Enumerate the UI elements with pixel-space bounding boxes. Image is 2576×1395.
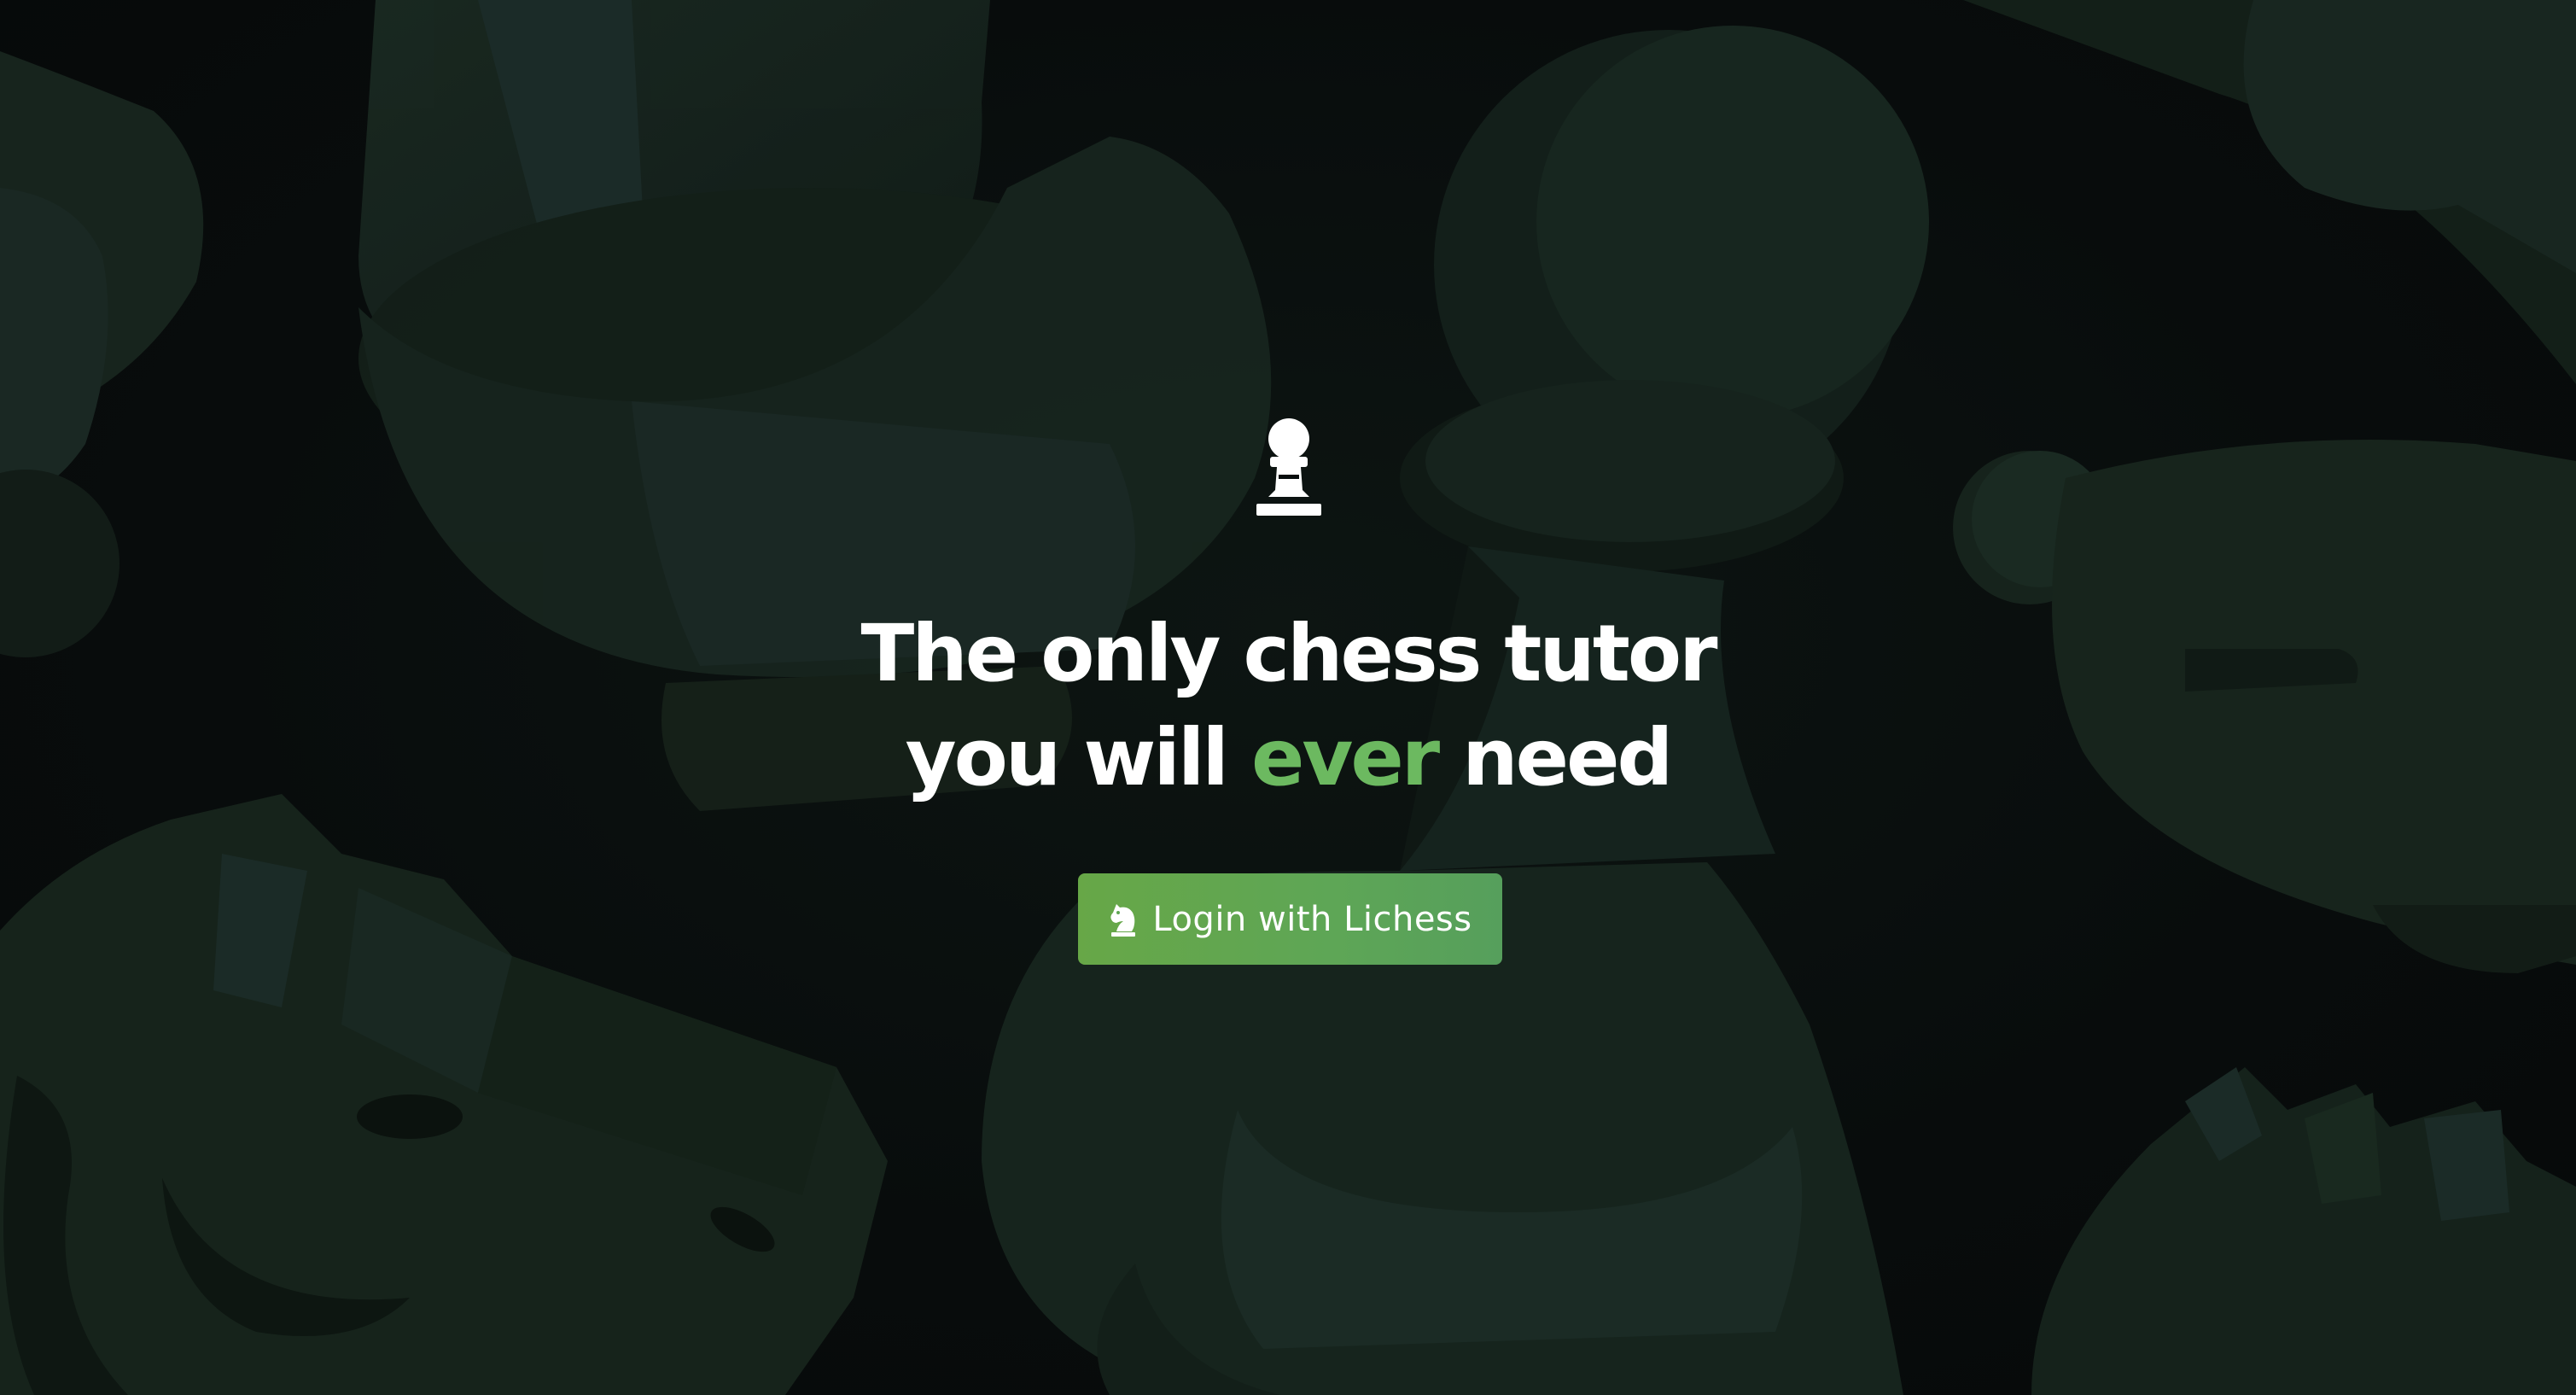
chess-pawn-icon — [1256, 418, 1321, 516]
headline-line-2-suffix: need — [1437, 712, 1673, 803]
headline-accent-word: ever — [1251, 712, 1440, 803]
lichess-knight-icon — [1110, 903, 1136, 937]
headline-line-1: The only chess tutor — [860, 608, 1718, 699]
headline: The only chess tutor you will ever need — [0, 602, 2576, 810]
hero: The only chess tutor you will ever need … — [0, 0, 2576, 1395]
login-with-lichess-button[interactable]: Login with Lichess — [1078, 873, 1502, 965]
app-stage: The only chess tutor you will ever need … — [0, 0, 2576, 1395]
headline-line-2-prefix: you will — [905, 712, 1251, 803]
login-button-label: Login with Lichess — [1152, 899, 1472, 939]
headline-line-2: you will ever need — [0, 706, 2576, 810]
